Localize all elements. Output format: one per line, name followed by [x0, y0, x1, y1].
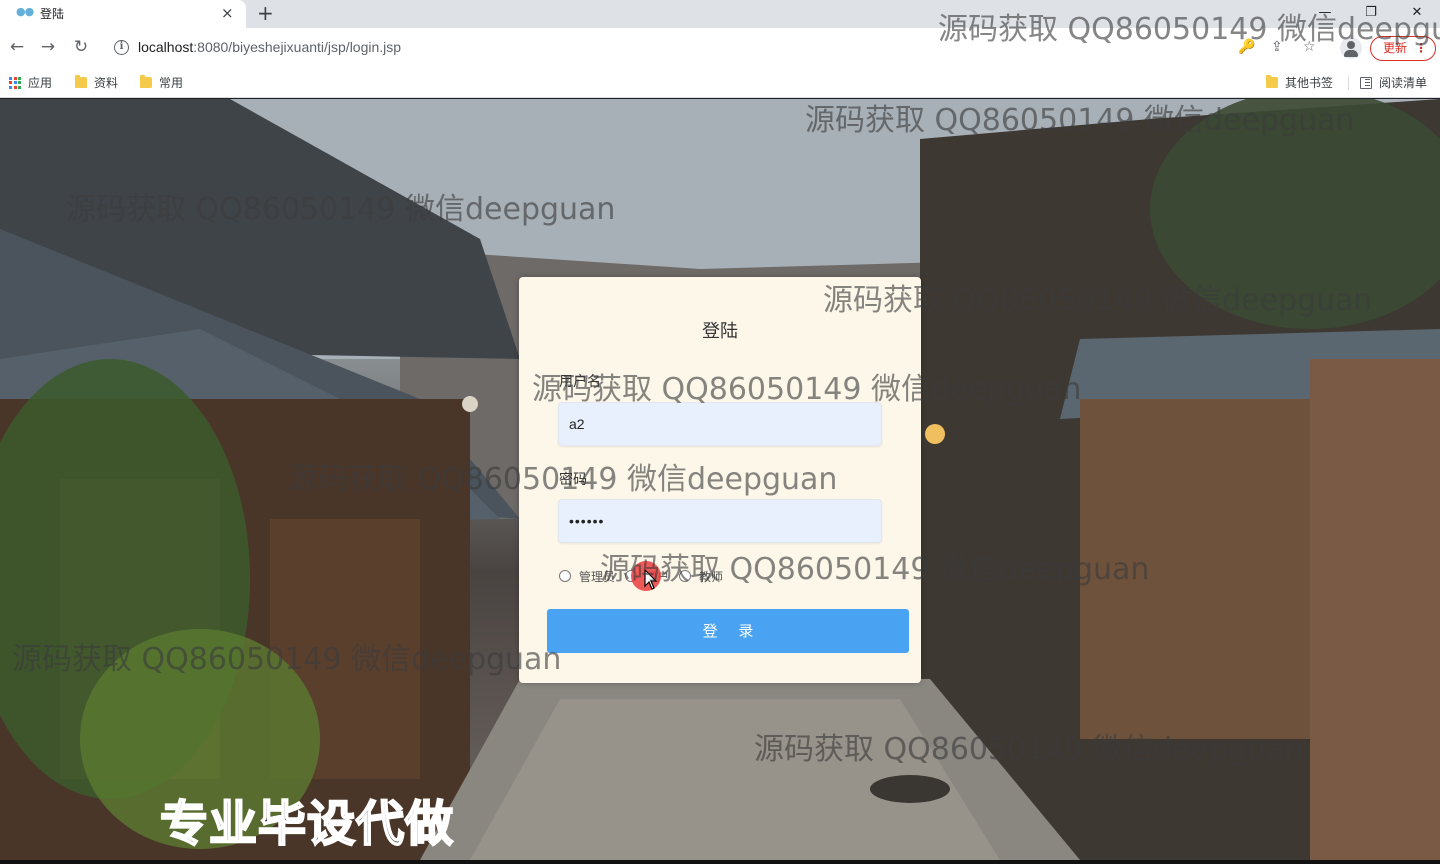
bookmark-folder-changyong[interactable]: 常用 — [140, 74, 183, 91]
window-controls: — ❐ ✕ — [1302, 0, 1440, 28]
bookmark-apps[interactable]: 应用 — [9, 74, 52, 91]
profile-avatar-icon[interactable] — [1340, 37, 1362, 59]
bookmark-other-label: 其他书签 — [1285, 76, 1334, 90]
mouse-pointer-icon — [644, 569, 658, 590]
bookmark-apps-label: 应用 — [28, 76, 53, 90]
role-option-admin[interactable]: 管理员 — [559, 568, 615, 585]
bookmark-star-icon[interactable]: ☆ — [1303, 39, 1316, 55]
back-button[interactable]: ← — [6, 36, 28, 58]
folder-icon — [75, 75, 87, 88]
folder-icon — [140, 75, 152, 88]
reading-list[interactable]: 阅读清单 — [1360, 74, 1427, 91]
page-favicon-icon: ●● — [16, 5, 34, 18]
key-icon[interactable]: 🔑 — [1238, 39, 1255, 55]
url-path: :8080/biyeshejixuanti/jsp/login.jsp — [193, 39, 402, 55]
folder-icon — [1266, 75, 1278, 88]
page-background: 登陆 用户名 a2 密码 •••••• 管理员 用户 教师 登 录 — [0, 99, 1440, 860]
share-icon[interactable]: ⇪ — [1271, 39, 1283, 55]
close-window-button[interactable]: ✕ — [1394, 0, 1440, 28]
role-label: 教师 — [699, 569, 724, 584]
forward-button[interactable]: → — [37, 36, 59, 58]
browser-toolbar: ← → ↻ i localhost:8080/biyeshejixuanti/j… — [0, 28, 1440, 68]
tab-title: 登陆 — [40, 7, 65, 21]
reading-list-icon — [1360, 76, 1372, 89]
apps-grid-icon — [9, 76, 21, 89]
menu-dots-icon: ⋮ — [1415, 41, 1427, 55]
login-button[interactable]: 登 录 — [547, 609, 909, 653]
address-bar[interactable]: i localhost:8080/biyeshejixuanti/jsp/log… — [105, 34, 1365, 62]
reload-button[interactable]: ↻ — [70, 36, 92, 58]
login-card: 登陆 用户名 a2 密码 •••••• 管理员 用户 教师 登 录 — [519, 277, 921, 683]
update-label: 更新 — [1383, 41, 1408, 55]
bookmark-folder-label: 资料 — [94, 76, 119, 90]
bookmark-folder-ziliao[interactable]: 资料 — [75, 74, 118, 91]
url-host: localhost — [138, 39, 194, 55]
tab-login[interactable]: ●● 登陆 × — [0, 0, 246, 28]
bookmark-separator — [1348, 76, 1349, 90]
tab-strip: ●● 登陆 × + — ❐ ✕ — [0, 0, 1440, 28]
password-input[interactable]: •••••• — [558, 499, 882, 543]
username-label: 用户名 — [559, 374, 601, 390]
login-title: 登陆 — [702, 321, 738, 342]
role-option-teacher[interactable]: 教师 — [679, 568, 723, 585]
username-input[interactable]: a2 — [558, 402, 882, 446]
new-tab-button[interactable]: + — [257, 1, 274, 25]
bookmark-folder-label: 常用 — [159, 76, 184, 90]
reading-list-label: 阅读清单 — [1379, 76, 1428, 90]
bookmark-other[interactable]: 其他书签 — [1266, 74, 1333, 91]
restore-button[interactable]: ❐ — [1348, 0, 1394, 28]
role-label: 管理员 — [579, 569, 616, 584]
minimize-button[interactable]: — — [1302, 0, 1348, 28]
promo-banner-text: 专业毕设代做 — [159, 795, 455, 853]
password-label: 密码 — [559, 472, 587, 488]
update-button[interactable]: 更新 ⋮ — [1370, 36, 1436, 61]
url-text[interactable]: localhost:8080/biyeshejixuanti/jsp/login… — [138, 39, 401, 55]
bookmarks-bar: 应用 资料 常用 其他书签 阅读清单 — [0, 68, 1440, 98]
bottom-strip — [0, 860, 1440, 864]
radio-button[interactable] — [559, 570, 571, 582]
close-icon[interactable]: × — [221, 3, 234, 23]
radio-button[interactable] — [679, 570, 692, 582]
info-icon[interactable]: i — [114, 40, 129, 55]
